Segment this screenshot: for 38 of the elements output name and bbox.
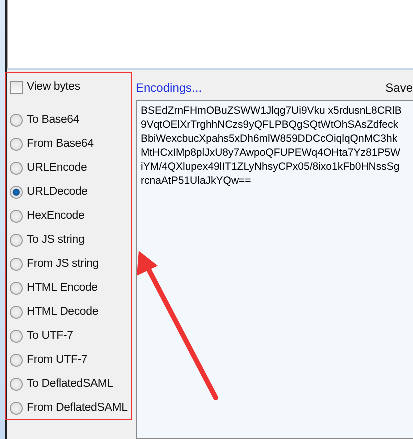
radio-label: From DeflatedSAML [27,402,128,414]
radio-label: URLEncode [27,162,88,174]
output-text-line: iYM/4QXlupex49lIT1ZLyNhsyCPx05/8ixo1kFb0HNssSg [141,160,400,174]
radio-button[interactable] [10,378,23,390]
radio-label: To JS string [27,234,85,246]
radio-label: To DeflatedSAML [27,378,114,390]
radio-label: URLDecode [27,186,88,198]
radio-label: From UTF-7 [27,354,88,366]
radio-button[interactable] [10,258,23,270]
radio-button[interactable] [10,330,23,342]
radio-label: To UTF-7 [27,330,74,342]
output-text-line: rcnaAtP51UlaJkYQw== [141,174,252,188]
radio-button[interactable] [10,402,23,414]
radio-button[interactable] [10,138,23,150]
radio-label: HexEncode [27,210,85,222]
output-text-line: BSEdZrnFHmOBuZSWW1Jlqg7Ui9Vku x5rdusnL8CRlB [141,104,402,118]
radio-button[interactable] [10,210,23,222]
radio-button[interactable] [10,282,23,294]
radio-label: HTML Encode [27,282,98,294]
radio-button[interactable] [10,354,23,366]
output-text-line: 9VqtOElXrTrghhNCzs9yQFLPBQgSQtWtOhSAsZdfeck [141,118,399,132]
radio-button[interactable] [10,114,23,126]
radio-button[interactable] [10,186,23,198]
encodings-link[interactable]: Encodings... [136,80,202,94]
view-bytes-checkbox[interactable] [10,80,23,94]
radio-label: HTML Decode [27,306,99,318]
radio-button[interactable] [10,306,23,318]
radio-button[interactable] [10,162,23,174]
output-text-area[interactable] [136,100,413,439]
input-area[interactable] [7,0,413,70]
output-text-line: BbiWexcbucXpahs5xDh6mlW859DDCcOiqlqQnMC3hk [141,132,398,146]
radio-label: From Base64 [27,138,94,150]
save-button[interactable]: Save [386,80,413,94]
checkbox-label: View bytes [27,81,80,93]
radio-label: From JS string [27,258,99,270]
radio-label: To Base64 [27,114,80,126]
output-text-line: MtHCxIMp8plJxU8y7AwpoQFUPEWq4OHta7Yz81P5W [141,146,400,160]
radio-button[interactable] [10,234,23,246]
